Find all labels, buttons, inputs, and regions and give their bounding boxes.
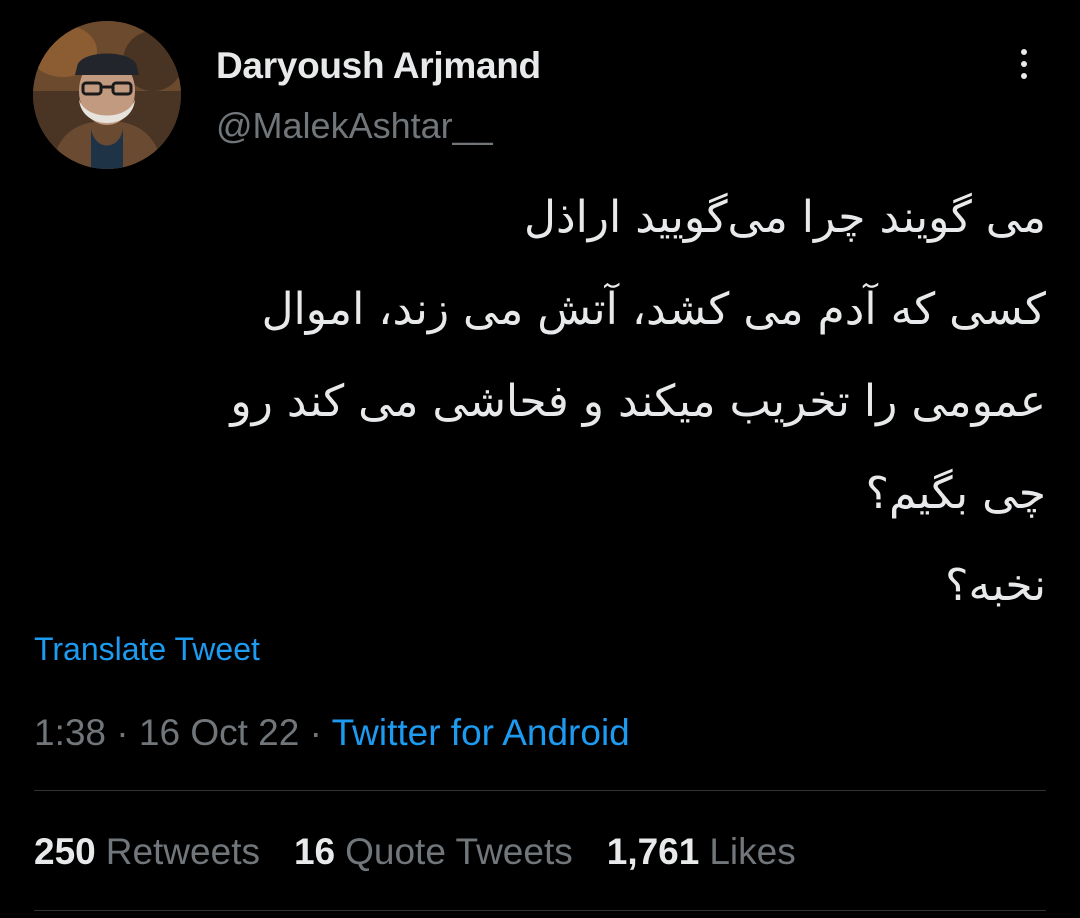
tweet-line: عمومی را تخریب میکند و فحاشی می کند رو xyxy=(230,376,1046,427)
divider xyxy=(34,910,1046,911)
likes-count: 1,761 xyxy=(606,831,700,872)
avatar[interactable] xyxy=(33,21,181,169)
retweets-stat[interactable]: 250 Retweets xyxy=(34,828,260,876)
tweet-line: نخبه؟ xyxy=(945,560,1046,611)
retweets-label: Retweets xyxy=(105,831,260,872)
tweet-metadata: 1:38 · 16 Oct 22 · Twitter for Android xyxy=(34,710,630,756)
tweet-source-link[interactable]: Twitter for Android xyxy=(332,712,630,753)
engagement-stats: 250 Retweets 16 Quote Tweets 1,761 Likes xyxy=(34,828,830,876)
tweet-line: کسی که آدم می کشد، آتش می زند، اموال xyxy=(261,284,1046,335)
dot xyxy=(1021,49,1027,55)
likes-label: Likes xyxy=(709,831,796,872)
dot xyxy=(1021,73,1027,79)
quote-tweets-stat[interactable]: 16 Quote Tweets xyxy=(294,828,573,876)
retweets-count: 250 xyxy=(34,831,96,872)
tweet-line: چی بگیم؟ xyxy=(865,468,1046,519)
display-name[interactable]: Daryoush Arjmand xyxy=(216,44,541,88)
divider xyxy=(34,790,1046,791)
tweet-date[interactable]: 16 Oct 22 xyxy=(139,712,299,753)
tweet-time[interactable]: 1:38 xyxy=(34,712,106,753)
avatar-image xyxy=(33,21,181,169)
dot xyxy=(1021,61,1027,67)
tweet-line: می گویند چرا می‌گویید اراذل xyxy=(524,192,1046,243)
meta-separator: · xyxy=(309,712,332,753)
quote-tweets-count: 16 xyxy=(293,831,336,872)
meta-separator: · xyxy=(116,712,139,753)
more-vertical-icon[interactable] xyxy=(1004,44,1044,84)
tweet-text: می گویند چرا می‌گویید اراذل کسی که آدم م… xyxy=(40,172,1046,632)
likes-stat[interactable]: 1,761 Likes xyxy=(607,828,796,876)
user-handle[interactable]: @MalekAshtar__ xyxy=(216,104,541,148)
author-info: Daryoush Arjmand @MalekAshtar__ xyxy=(216,44,541,148)
quote-tweets-label: Quote Tweets xyxy=(345,831,573,872)
tweet-detail: Daryoush Arjmand @MalekAshtar__ می گویند… xyxy=(0,0,1080,918)
translate-tweet-link[interactable]: Translate Tweet xyxy=(34,627,260,671)
